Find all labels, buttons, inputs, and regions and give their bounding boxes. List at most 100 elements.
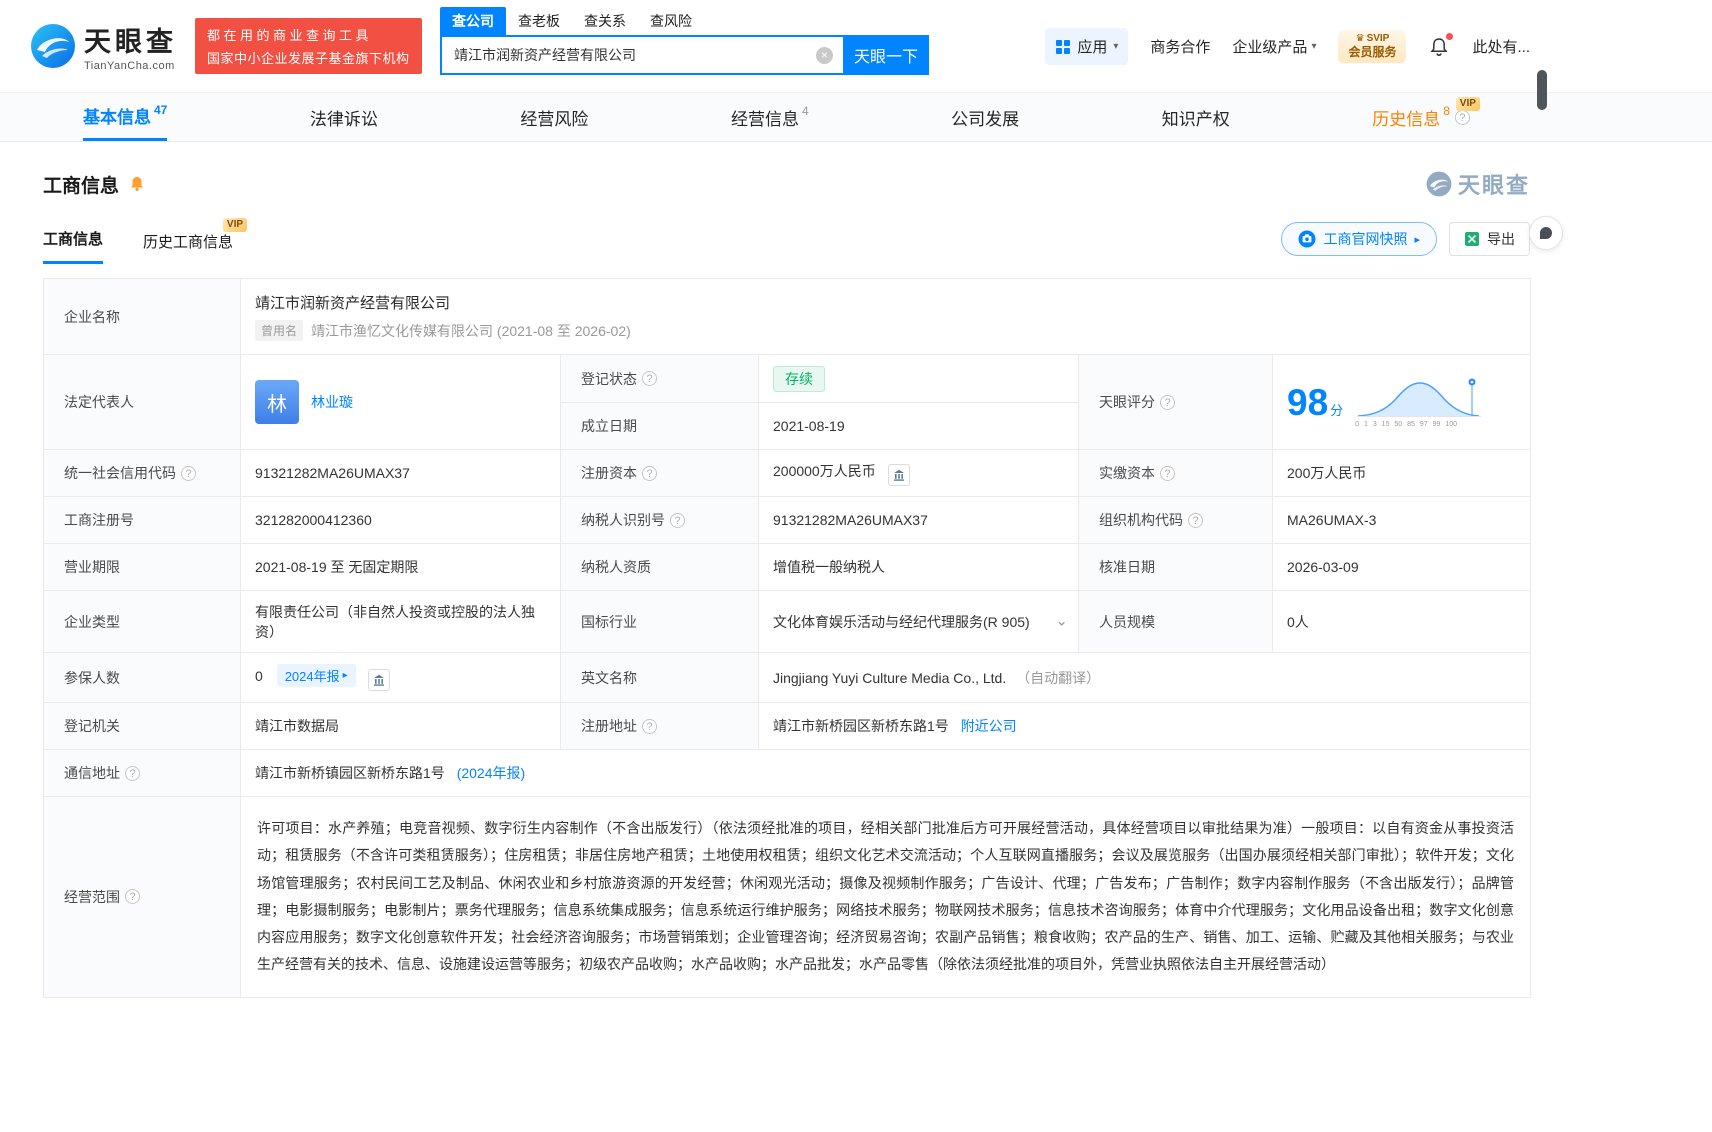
official-snapshot-button[interactable]: 工商官网快照 ▸ bbox=[1281, 222, 1437, 256]
svip-member-badge[interactable]: ♛ SVIP 会员服务 bbox=[1338, 29, 1407, 64]
tianyancha-logo-icon bbox=[31, 24, 75, 68]
english-name-label: 英文名称 bbox=[560, 652, 759, 703]
export-button[interactable]: 导出 bbox=[1449, 222, 1530, 256]
search-tab-risk[interactable]: 查风险 bbox=[638, 7, 704, 35]
promo-line2: 国家中小企业发展子基金旗下机构 bbox=[207, 51, 410, 66]
notification-bell-icon[interactable] bbox=[1428, 32, 1454, 58]
enterprise-products-link[interactable]: 企业级产品 ▾ bbox=[1232, 36, 1316, 57]
tab-history-info[interactable]: VIP 历史信息 8 ? bbox=[1372, 93, 1490, 141]
auto-translate-note: （自动翻译） bbox=[1016, 669, 1101, 686]
annual-report-link[interactable]: 2024年报 ▸ bbox=[276, 664, 356, 687]
search-tab-relation[interactable]: 查关系 bbox=[572, 7, 638, 35]
reg-no-value: 321282000412360 bbox=[240, 496, 561, 544]
subtab-business-registration[interactable]: 工商信息 bbox=[43, 228, 104, 264]
reg-address-value: 靖江市新桥园区新桥东路1号 bbox=[773, 718, 949, 734]
help-icon[interactable]: ? bbox=[181, 465, 196, 481]
search-tab-boss[interactable]: 查老板 bbox=[506, 7, 572, 35]
legal-rep-link[interactable]: 林业璇 bbox=[311, 392, 353, 412]
term-value: 2021-08-19 至 无固定期限 bbox=[240, 543, 561, 591]
help-icon[interactable]: ? bbox=[1454, 109, 1470, 125]
section-watermark: 天眼查 bbox=[1426, 168, 1530, 200]
authority-label: 登记机关 bbox=[43, 702, 241, 750]
tab-operating-risk[interactable]: 经营风险 bbox=[520, 93, 588, 141]
tab-company-development[interactable]: 公司发展 bbox=[951, 93, 1019, 141]
scrollbar-thumb[interactable] bbox=[1537, 70, 1547, 110]
tax-quality-value: 增值税一般纳税人 bbox=[758, 543, 1079, 591]
former-name-badge: 曾用名 bbox=[255, 320, 304, 341]
help-icon[interactable]: ? bbox=[125, 889, 140, 905]
subtab-history-registration[interactable]: VIP 历史工商信息 bbox=[143, 218, 248, 264]
paid-capital-value: 200万人民币 bbox=[1271, 449, 1532, 497]
header-more-text[interactable]: 此处有... bbox=[1472, 36, 1530, 57]
help-icon[interactable]: ? bbox=[1160, 394, 1175, 410]
tab-label: 经营风险 bbox=[520, 109, 589, 129]
tab-basic-info[interactable]: 基本信息 47 bbox=[83, 93, 168, 141]
english-name-value: Jingjiang Yuyi Culture Media Co., Ltd. bbox=[773, 669, 1007, 686]
export-label: 导出 bbox=[1487, 231, 1515, 247]
floating-widget-button[interactable] bbox=[1529, 216, 1563, 250]
chevron-down-icon: ▾ bbox=[1311, 41, 1317, 52]
vip-badge: VIP bbox=[222, 218, 248, 232]
established-label: 成立日期 bbox=[560, 402, 759, 450]
insured-value: 0 bbox=[255, 668, 263, 684]
tab-label: 经营信息 bbox=[730, 109, 799, 129]
clear-search-icon[interactable]: × bbox=[816, 47, 833, 64]
search-input[interactable] bbox=[442, 37, 843, 73]
table-row: 工商注册号 321282000412360 纳税人识别号 ? 91321282M… bbox=[43, 496, 1532, 544]
tab-legal-proceedings[interactable]: 法律诉讼 bbox=[310, 93, 378, 141]
table-row: 登记机关 靖江市数据局 注册地址 ? 靖江市新桥园区新桥东路1号 附近公司 bbox=[43, 702, 1532, 750]
chevron-down-icon: ▾ bbox=[1113, 41, 1119, 52]
grid-icon bbox=[1056, 39, 1071, 54]
insured-history-icon[interactable] bbox=[367, 669, 390, 691]
tab-intellectual-property[interactable]: 知识产权 bbox=[1162, 93, 1230, 141]
tab-business-info[interactable]: 经营信息 4 bbox=[731, 93, 809, 141]
business-cooperation-link[interactable]: 商务合作 bbox=[1150, 36, 1210, 57]
subtab-label: 历史工商信息 bbox=[143, 234, 234, 251]
reg-capital-value: 200000万人民币 bbox=[773, 462, 876, 479]
snapshot-label: 工商官网快照 bbox=[1323, 231, 1408, 247]
search-button[interactable]: 天眼一下 bbox=[843, 35, 929, 75]
mail-address-label: 通信地址 bbox=[64, 765, 120, 781]
help-icon[interactable]: ? bbox=[642, 371, 657, 386]
help-icon[interactable]: ? bbox=[125, 765, 140, 781]
table-row: 企业类型 有限责任公司（非自然人投资或控股的法人独资） 国标行业 文化体育娱乐活… bbox=[43, 590, 1532, 653]
camera-icon bbox=[1298, 230, 1316, 248]
subscribe-bell-icon[interactable] bbox=[128, 175, 146, 193]
mail-annual-report-link[interactable]: (2024年报) bbox=[457, 765, 525, 781]
search-box: × 天眼一下 bbox=[440, 35, 929, 75]
search-tab-company[interactable]: 查公司 bbox=[440, 7, 506, 35]
capital-history-icon[interactable] bbox=[887, 463, 910, 486]
industry-expand-icon[interactable]: ⌄ bbox=[1055, 611, 1068, 629]
authority-value: 靖江市数据局 bbox=[240, 702, 561, 750]
tab-label: 知识产权 bbox=[1161, 109, 1230, 129]
tax-id-value: 91321282MA26UMAX37 bbox=[758, 496, 1079, 544]
term-label: 营业期限 bbox=[43, 543, 241, 591]
legal-rep-avatar[interactable]: 林 bbox=[255, 380, 299, 424]
help-icon[interactable]: ? bbox=[1160, 465, 1175, 481]
apps-menu-button[interactable]: 应用 ▾ bbox=[1045, 28, 1129, 65]
promo-line1: 都在用的商业查询工具 bbox=[207, 28, 373, 43]
logo-cn: 天眼查 bbox=[84, 27, 177, 57]
search-area: 查公司 查老板 查关系 查风险 × 天眼一下 bbox=[440, 7, 929, 75]
industry-value: 文化体育娱乐活动与经纪代理服务(R 905) bbox=[773, 613, 1030, 630]
staff-value: 0人 bbox=[1271, 590, 1532, 653]
help-icon[interactable]: ? bbox=[670, 512, 685, 528]
table-row: 统一社会信用代码 ? 91321282MA26UMAX37 注册资本 ? 200… bbox=[43, 449, 1532, 497]
tax-quality-label: 纳税人资质 bbox=[560, 543, 759, 591]
reg-address-label: 注册地址 bbox=[581, 718, 637, 734]
tab-label: 法律诉讼 bbox=[309, 109, 378, 129]
help-icon[interactable]: ? bbox=[642, 465, 657, 481]
score-axis-labels: 0 1 3 15 50 85 97 99 100 bbox=[1355, 421, 1458, 428]
tab-count: 8 bbox=[1443, 104, 1450, 118]
nearby-companies-link[interactable]: 附近公司 bbox=[961, 718, 1017, 734]
company-type-label: 企业类型 bbox=[43, 590, 241, 653]
help-icon[interactable]: ? bbox=[1188, 512, 1203, 528]
help-icon[interactable]: ? bbox=[642, 718, 657, 734]
approval-date-value: 2026-03-09 bbox=[1271, 543, 1532, 591]
cooperation-label: 商务合作 bbox=[1150, 39, 1211, 56]
header-menu: 应用 ▾ 商务合作 企业级产品 ▾ ♛ SVIP 会员服务 此处有... bbox=[1045, 28, 1530, 65]
legal-rep-label: 法定代表人 bbox=[43, 354, 241, 450]
org-code-value: MA26UMAX-3 bbox=[1271, 496, 1532, 544]
notification-dot bbox=[1446, 32, 1454, 40]
tianyancha-logo[interactable]: 天眼查 TianYanCha.com bbox=[30, 20, 177, 72]
